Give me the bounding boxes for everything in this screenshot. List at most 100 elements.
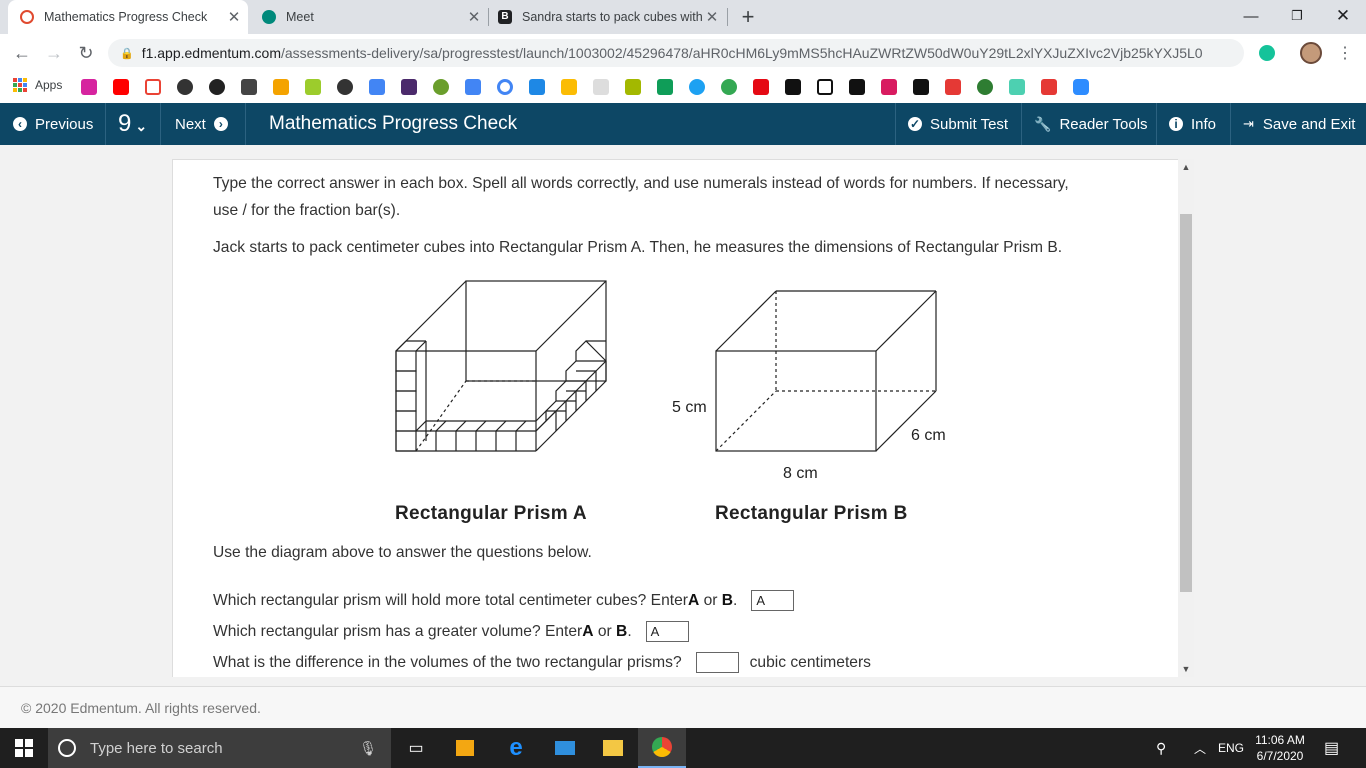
bookmark-icon-9[interactable] [337,79,353,95]
windows-start-icon[interactable] [0,728,48,768]
question-prompt: Jack starts to pack centimeter cubes int… [213,239,1063,256]
chevron-up-icon[interactable]: ︿ [1194,728,1206,768]
forward-icon[interactable]: → [41,40,67,66]
task-view-icon[interactable]: ▭ [392,728,440,768]
reader-tools-button[interactable]: 🔧 Reader Tools [1034,103,1148,145]
scroll-down-icon[interactable]: ▼ [1178,661,1194,677]
file-explorer-icon[interactable] [589,728,637,768]
bookmark-icon-26[interactable] [881,79,897,95]
new-tab-button[interactable]: + [735,0,761,34]
play-icon[interactable] [721,79,737,95]
bookmark-icon-5[interactable] [209,79,225,95]
bookmark-icon-15[interactable] [529,79,545,95]
bookmark-icon-29[interactable] [977,79,993,95]
brainly-bookmark-icon[interactable] [849,79,865,95]
bookmark-icon-28[interactable] [945,79,961,95]
bookmark-icon-30[interactable] [1009,79,1025,95]
chrome-icon[interactable] [638,728,686,768]
menu-kebab-icon[interactable]: ⋮ [1332,40,1358,66]
close-icon[interactable]: ✕ [466,8,482,26]
bookmark-icon-11[interactable] [401,79,417,95]
taskbar-search[interactable]: Type here to search 🎙 [48,728,391,768]
youtube-icon[interactable] [113,79,129,95]
address-bar[interactable]: 🔒 f1.app.edmentum.com/assessments-delive… [108,39,1244,67]
assessment-toolbar: ‹ Previous 9 ⌄ Next › Mathematics Progre… [0,103,1366,145]
question-3: What is the difference in the volumes of… [213,649,871,676]
bookmark-icon-4[interactable] [177,79,193,95]
divider [1156,103,1157,145]
submit-test-button[interactable]: ✓ Submit Test [908,103,1008,145]
google-slides-icon[interactable] [561,79,577,95]
info-label: Info [1191,115,1217,133]
q2-or: or [597,623,612,640]
restore-icon[interactable]: ❐ [1274,0,1320,32]
next-label: Next [175,115,206,133]
tab-mathematics-progress-check[interactable]: Mathematics Progress Check ✕ [8,0,248,34]
bookmark-icon-24[interactable] [817,79,833,95]
q2-answer-input[interactable]: A [645,621,689,642]
info-button[interactable]: i Info [1169,103,1216,145]
scrollbar-thumb[interactable] [1180,214,1192,592]
clock[interactable]: 11:06 AM 6/7/2020 [1254,728,1306,768]
q1-answer-input[interactable]: A [751,590,795,611]
info-icon: i [1169,117,1183,131]
close-icon[interactable]: ✕ [704,8,720,26]
lock-icon: 🔒 [120,47,134,60]
netflix-icon[interactable] [753,79,769,95]
reload-icon[interactable]: ↻ [73,40,99,66]
previous-button[interactable]: ‹ Previous [13,103,93,145]
taskbar-search-placeholder: Type here to search [90,739,223,757]
bookmark-icon-12[interactable] [433,79,449,95]
content-scrollbar[interactable]: ▲ ▼ [1178,159,1194,677]
edge-icon[interactable]: e [492,728,540,768]
question-number-dropdown[interactable]: 9 ⌄ [118,103,147,145]
prism-b-drawing [715,290,937,452]
bookmark-icon-7[interactable] [273,79,289,95]
bookmark-icon-17[interactable] [593,79,609,95]
tab-separator [488,8,489,26]
bookmark-icon-20[interactable] [689,79,705,95]
q3-answer-input[interactable] [695,652,739,673]
microsoft-store-icon[interactable] [441,728,489,768]
prism-b-label: Rectangular Prism B [715,503,908,524]
back-icon[interactable]: ← [9,40,35,66]
bookmark-icon-8[interactable] [305,79,321,95]
tab-sandra[interactable]: B Sandra starts to pack cubes with ✕ [490,0,726,34]
google-sheets-icon[interactable] [657,79,673,95]
chevron-left-icon: ‹ [13,117,27,131]
bookmark-icon-23[interactable] [785,79,801,95]
page-footer: © 2020 Edmentum. All rights reserved. [0,686,1366,728]
notifications-icon[interactable]: ▤ [1324,728,1339,768]
bookmark-icon-6[interactable] [241,79,257,95]
q3-unit: cubic centimeters [749,654,871,671]
instagram-icon[interactable] [81,79,97,95]
profile-avatar[interactable] [1298,40,1324,66]
next-button[interactable]: Next › [175,103,228,145]
people-icon[interactable]: ⚲ [1156,728,1166,768]
tab-meet[interactable]: Meet ✕ [252,0,488,34]
clock-time: 11:06 AM [1255,733,1305,747]
google-icon[interactable] [497,79,513,95]
bookmark-icon-27[interactable] [913,79,929,95]
mail-icon[interactable] [541,728,589,768]
question-2: Which rectangular prism has a greater vo… [213,618,689,645]
divider [1021,103,1022,145]
scroll-up-icon[interactable]: ▲ [1178,159,1194,175]
close-icon[interactable]: ✕ [226,8,242,26]
google-translate-icon[interactable] [465,79,481,95]
save-and-exit-button[interactable]: ⇥ Save and Exit [1243,103,1355,145]
google-docs-icon[interactable] [369,79,385,95]
close-window-icon[interactable]: ✕ [1320,0,1366,32]
question-panel: Type the correct answer in each box. Spe… [172,159,1194,677]
apps-shortcut[interactable]: Apps [13,78,62,92]
language-indicator[interactable]: ENG [1218,728,1244,768]
bookmark-icon-18[interactable] [625,79,641,95]
minimize-icon[interactable]: — [1228,0,1274,32]
question-1: Which rectangular prism will hold more t… [213,587,795,614]
q2-text: Which rectangular prism has a greater vo… [213,623,583,640]
divider [895,103,896,145]
grammarly-icon[interactable] [1254,40,1280,66]
gmail-icon[interactable] [145,79,161,95]
zoom-icon[interactable] [1073,79,1089,95]
bookmark-icon-31[interactable] [1041,79,1057,95]
